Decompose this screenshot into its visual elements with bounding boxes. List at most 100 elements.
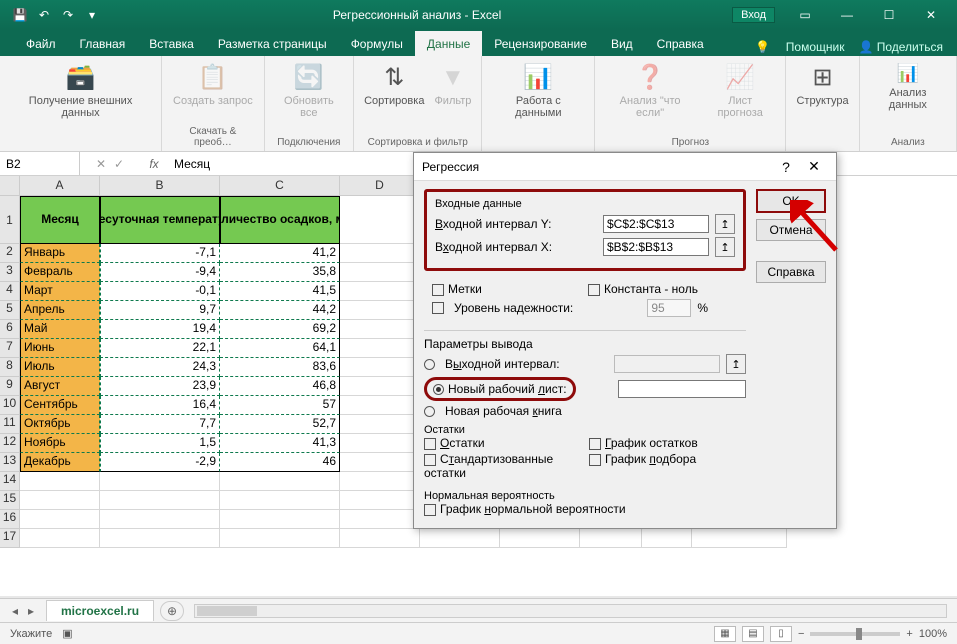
row-header[interactable]: 2	[0, 244, 20, 263]
labels-checkbox[interactable]	[432, 284, 444, 296]
empty-cell[interactable]	[20, 472, 100, 491]
tab-formulas[interactable]: Формулы	[339, 31, 415, 56]
std-residuals-checkbox[interactable]	[424, 454, 436, 466]
temp-cell[interactable]: -0,1	[100, 282, 220, 301]
macro-record-icon[interactable]: ▣	[62, 627, 72, 640]
horizontal-scrollbar[interactable]	[194, 604, 947, 618]
fx-icon[interactable]: fx	[140, 157, 168, 171]
cancel-fx-icon[interactable]: ✕	[96, 157, 106, 171]
redo-icon[interactable]: ↷	[58, 5, 78, 25]
tab-view[interactable]: Вид	[599, 31, 645, 56]
row-header[interactable]: 12	[0, 434, 20, 453]
tab-layout[interactable]: Разметка страницы	[206, 31, 339, 56]
month-cell[interactable]: Февраль	[20, 263, 100, 282]
dialog-close-icon[interactable]: ✕	[800, 158, 828, 175]
what-if-button[interactable]: ❓ Анализ "что если"	[603, 60, 697, 121]
input-x-field[interactable]	[603, 238, 709, 256]
row-header[interactable]: 17	[0, 529, 20, 548]
row-header[interactable]: 15	[0, 491, 20, 510]
fit-plot-checkbox[interactable]	[589, 454, 601, 466]
precip-cell[interactable]: 69,2	[220, 320, 340, 339]
confidence-checkbox[interactable]	[432, 302, 444, 314]
new-sheet-field[interactable]	[618, 380, 746, 398]
empty-cell[interactable]	[340, 415, 420, 434]
sheet-nav-first-icon[interactable]: ◂	[8, 604, 22, 618]
new-sheet-button[interactable]: ⊕	[160, 601, 184, 621]
new-sheet-radio[interactable]	[433, 384, 444, 395]
empty-cell[interactable]	[100, 491, 220, 510]
empty-cell[interactable]	[20, 510, 100, 529]
tab-home[interactable]: Главная	[68, 31, 138, 56]
temp-cell[interactable]: 24,3	[100, 358, 220, 377]
maximize-icon[interactable]: ☐	[869, 2, 909, 28]
input-y-field[interactable]	[603, 215, 709, 233]
sort-button[interactable]: ⇅ Сортировка	[362, 60, 426, 109]
month-cell[interactable]: Декабрь	[20, 453, 100, 472]
row-header[interactable]: 1	[0, 196, 20, 244]
precip-cell[interactable]: 83,6	[220, 358, 340, 377]
residuals-checkbox[interactable]	[424, 438, 436, 450]
col-header[interactable]	[0, 176, 20, 196]
empty-cell[interactable]	[340, 358, 420, 377]
col-header[interactable]: D	[340, 176, 420, 196]
sheet-tab[interactable]: microexcel.ru	[46, 600, 154, 621]
empty-cell[interactable]	[340, 529, 420, 548]
new-query-button[interactable]: 📋 Создать запрос	[171, 60, 255, 109]
row-header[interactable]: 7	[0, 339, 20, 358]
sheet-nav-last-icon[interactable]: ▸	[24, 604, 38, 618]
ribbon-options-icon[interactable]: ▭	[785, 2, 825, 28]
qat-dropdown-icon[interactable]: ▾	[82, 5, 102, 25]
login-button[interactable]: Вход	[732, 7, 775, 23]
tab-insert[interactable]: Вставка	[137, 31, 206, 56]
row-header[interactable]: 4	[0, 282, 20, 301]
empty-cell[interactable]	[220, 472, 340, 491]
range-picker-out-icon[interactable]: ↥	[726, 354, 746, 374]
row-header[interactable]: 9	[0, 377, 20, 396]
tab-data[interactable]: Данные	[415, 31, 482, 56]
temp-cell[interactable]: 9,7	[100, 301, 220, 320]
view-normal-button[interactable]: ▦	[714, 626, 736, 642]
filter-button[interactable]: ▼ Фильтр	[432, 60, 473, 109]
forecast-sheet-button[interactable]: 📈 Лист прогноза	[703, 60, 778, 121]
precip-cell[interactable]: 41,5	[220, 282, 340, 301]
precip-cell[interactable]: 41,3	[220, 434, 340, 453]
precip-cell[interactable]: 41,2	[220, 244, 340, 263]
empty-cell[interactable]	[340, 453, 420, 472]
row-header[interactable]: 5	[0, 301, 20, 320]
get-external-data-button[interactable]: 🗃️ Получение внешних данных	[8, 60, 153, 121]
tab-file[interactable]: Файл	[14, 31, 68, 56]
row-header[interactable]: 13	[0, 453, 20, 472]
precip-cell[interactable]: 46,8	[220, 377, 340, 396]
zoom-in-button[interactable]: +	[906, 628, 912, 640]
refresh-all-button[interactable]: 🔄 Обновить все	[273, 60, 345, 121]
empty-cell[interactable]	[642, 529, 692, 548]
empty-cell[interactable]	[220, 491, 340, 510]
col-header[interactable]: A	[20, 176, 100, 196]
empty-cell[interactable]	[340, 434, 420, 453]
zoom-slider[interactable]	[810, 632, 900, 636]
undo-icon[interactable]: ↶	[34, 5, 54, 25]
minimize-icon[interactable]: —	[827, 2, 867, 28]
range-picker-x-icon[interactable]: ↥	[715, 237, 735, 257]
normal-plot-checkbox[interactable]	[424, 504, 436, 516]
temp-cell[interactable]: 23,9	[100, 377, 220, 396]
empty-cell[interactable]	[100, 529, 220, 548]
empty-cell[interactable]	[340, 263, 420, 282]
month-cell[interactable]: Октябрь	[20, 415, 100, 434]
month-cell[interactable]: Апрель	[20, 301, 100, 320]
help-button[interactable]: Справка	[756, 261, 826, 283]
precip-cell[interactable]: 46	[220, 453, 340, 472]
row-header[interactable]: 16	[0, 510, 20, 529]
empty-cell[interactable]	[340, 320, 420, 339]
range-picker-y-icon[interactable]: ↥	[715, 214, 735, 234]
row-header[interactable]: 3	[0, 263, 20, 282]
temp-cell[interactable]: 16,4	[100, 396, 220, 415]
output-range-radio[interactable]	[424, 359, 435, 370]
row-header[interactable]: 6	[0, 320, 20, 339]
empty-cell[interactable]	[500, 529, 580, 548]
empty-cell[interactable]	[340, 196, 420, 244]
zoom-out-button[interactable]: −	[798, 628, 804, 640]
month-cell[interactable]: Ноябрь	[20, 434, 100, 453]
empty-cell[interactable]	[340, 282, 420, 301]
const-zero-checkbox[interactable]	[588, 284, 600, 296]
